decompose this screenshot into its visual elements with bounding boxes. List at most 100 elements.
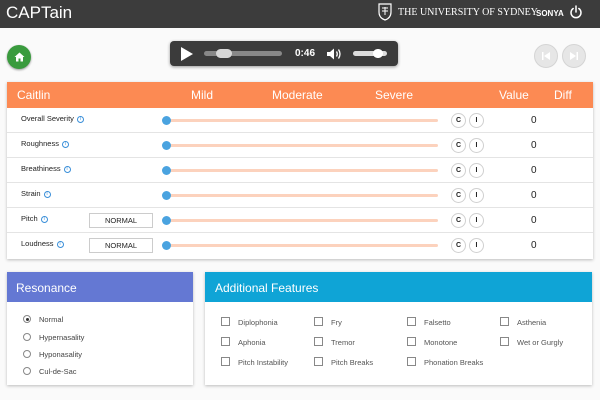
- previous-button[interactable]: [534, 44, 558, 68]
- rating-panel: Caitlin Mild Moderate Severe Value Diff …: [7, 82, 593, 259]
- c-button[interactable]: C: [451, 188, 466, 203]
- option-label: Hypernasality: [39, 333, 85, 342]
- row-label: Breathiness: [21, 164, 61, 173]
- slider-handle[interactable]: [162, 241, 171, 250]
- slider-handle[interactable]: [162, 216, 171, 225]
- resonance-panel: Resonance Normal Hypernasality Hyponasal…: [7, 272, 193, 385]
- info-icon[interactable]: i: [63, 166, 71, 173]
- info-icon[interactable]: i: [56, 241, 64, 248]
- breathiness-slider[interactable]: [162, 166, 438, 175]
- c-button[interactable]: C: [451, 138, 466, 153]
- row-label: Roughness: [21, 139, 59, 148]
- info-icon[interactable]: i: [43, 191, 51, 198]
- play-icon[interactable]: [181, 47, 193, 61]
- rating-row-breathiness: Breathiness i C I 0: [7, 158, 593, 183]
- radio-button[interactable]: [23, 315, 31, 323]
- c-button[interactable]: C: [451, 113, 466, 128]
- column-value: Value: [499, 88, 529, 102]
- resonance-title: Resonance: [7, 272, 193, 302]
- i-button[interactable]: I: [469, 213, 484, 228]
- rating-row-loudness: Loudness i NORMAL C I 0: [7, 233, 593, 258]
- home-button[interactable]: [7, 45, 31, 69]
- next-button[interactable]: [562, 44, 586, 68]
- feature-label: Pitch Breaks: [331, 358, 374, 367]
- feature-label: Phonation Breaks: [424, 358, 484, 367]
- rating-row-pitch: Pitch i NORMAL C I 0: [7, 208, 593, 233]
- university-name: THE UNIVERSITY OF SYDNEY: [398, 7, 538, 18]
- top-bar: CAPTain THE UNIVERSITY OF SYDNEY SONYA: [0, 0, 600, 28]
- severity-slider[interactable]: [162, 116, 438, 125]
- row-value: 0: [531, 115, 537, 126]
- feature-label: Asthenia: [517, 318, 547, 327]
- radio-button[interactable]: [23, 333, 31, 341]
- row-label: Strain: [21, 189, 41, 198]
- feature-label: Fry: [331, 318, 342, 327]
- info-icon[interactable]: i: [61, 141, 69, 148]
- column-severe: Severe: [375, 88, 414, 102]
- seek-handle[interactable]: [216, 49, 233, 58]
- rating-header: Caitlin Mild Moderate Severe Value Diff: [7, 82, 593, 108]
- strain-slider[interactable]: [162, 191, 438, 200]
- pitch-normal-selector[interactable]: NORMAL: [89, 213, 153, 228]
- loudness-normal-selector[interactable]: NORMAL: [89, 238, 153, 253]
- column-moderate: Moderate: [272, 88, 323, 102]
- feature-label: Monotone: [424, 338, 458, 347]
- additional-features-title: Additional Features: [205, 272, 592, 302]
- column-mild: Mild: [191, 88, 214, 102]
- checkbox[interactable]: [221, 357, 230, 366]
- row-label: Loudness: [21, 239, 54, 248]
- checkbox[interactable]: [221, 317, 230, 326]
- slider-handle[interactable]: [162, 116, 171, 125]
- info-icon[interactable]: i: [40, 216, 48, 223]
- c-button[interactable]: C: [451, 163, 466, 178]
- power-icon[interactable]: [569, 5, 583, 19]
- roughness-slider[interactable]: [162, 141, 438, 150]
- additional-features-panel: Additional Features Diplophonia Fry Fals…: [205, 272, 592, 385]
- checkbox[interactable]: [407, 337, 416, 346]
- radio-button[interactable]: [23, 367, 31, 375]
- rating-row-strain: Strain i C I 0: [7, 183, 593, 208]
- checkbox[interactable]: [314, 317, 323, 326]
- row-value: 0: [531, 190, 537, 201]
- i-button[interactable]: I: [469, 163, 484, 178]
- checkbox[interactable]: [407, 317, 416, 326]
- row-label: Pitch: [21, 214, 38, 223]
- slider-handle[interactable]: [162, 166, 171, 175]
- row-value: 0: [531, 240, 537, 251]
- feature-label: Falsetto: [424, 318, 451, 327]
- checkbox[interactable]: [221, 337, 230, 346]
- feature-label: Tremor: [331, 338, 355, 347]
- slider-handle[interactable]: [162, 141, 171, 150]
- info-icon[interactable]: i: [76, 116, 84, 123]
- i-button[interactable]: I: [469, 188, 484, 203]
- slider-handle[interactable]: [162, 191, 171, 200]
- i-button[interactable]: I: [469, 138, 484, 153]
- checkbox[interactable]: [500, 317, 509, 326]
- column-diff: Diff: [554, 88, 572, 102]
- rating-row-roughness: Roughness i C I 0: [7, 133, 593, 158]
- radio-button[interactable]: [23, 350, 31, 358]
- checkbox[interactable]: [407, 357, 416, 366]
- rating-row-overall-severity: Overall Severity i C I 0: [7, 108, 593, 133]
- checkbox[interactable]: [500, 337, 509, 346]
- volume-handle[interactable]: [373, 49, 384, 58]
- c-button[interactable]: C: [451, 238, 466, 253]
- row-value: 0: [531, 215, 537, 226]
- app-title: CAPTain: [6, 3, 73, 22]
- i-button[interactable]: I: [469, 238, 484, 253]
- row-value: 0: [531, 140, 537, 151]
- checkbox[interactable]: [314, 357, 323, 366]
- playback-time: 0:46: [295, 48, 316, 59]
- university-crest-icon: [378, 3, 392, 21]
- option-label: Hyponasality: [39, 350, 82, 359]
- loudness-slider[interactable]: [162, 241, 438, 250]
- i-button[interactable]: I: [469, 113, 484, 128]
- volume-icon[interactable]: [326, 47, 344, 61]
- checkbox[interactable]: [314, 337, 323, 346]
- feature-label: Diplophonia: [238, 318, 278, 327]
- audio-player: 0:46: [170, 41, 398, 66]
- user-name[interactable]: SONYA: [536, 9, 564, 18]
- pitch-slider[interactable]: [162, 216, 438, 225]
- c-button[interactable]: C: [451, 213, 466, 228]
- feature-label: Wet or Gurgly: [517, 338, 564, 347]
